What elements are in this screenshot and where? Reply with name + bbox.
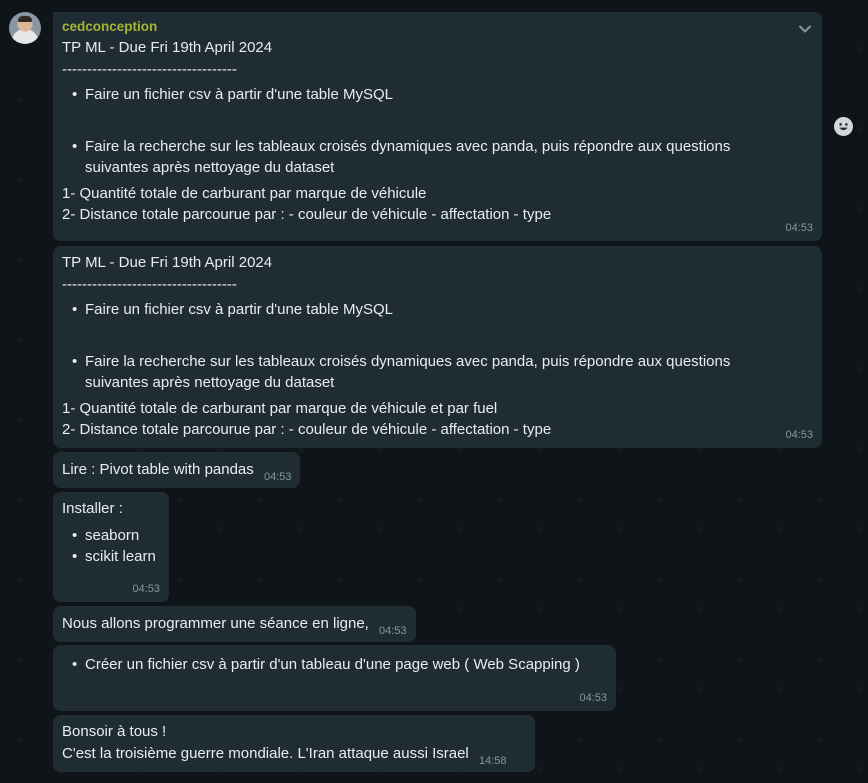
emoji-icon[interactable] xyxy=(834,117,853,136)
message-time: 04:53 xyxy=(132,583,160,595)
message-text: Nous allons programmer une séance en lig… xyxy=(62,615,369,632)
message-time: 04:53 xyxy=(579,692,607,704)
list-item: Créer un fichier csv à partir d'un table… xyxy=(62,654,607,676)
message-time: 04:53 xyxy=(785,222,813,234)
list-item: scikit learn xyxy=(62,546,160,568)
list-item: Faire un fichier csv à partir d'une tabl… xyxy=(62,299,813,321)
message-text: Lire : Pivot table with pandas xyxy=(62,461,254,478)
message-bubble[interactable]: Installer : seaborn scikit learn 04:53 xyxy=(53,492,169,602)
divider-line: ----------------------------------- xyxy=(62,275,237,293)
chevron-down-icon[interactable] xyxy=(798,22,812,36)
list-item: Faire la recherche sur les tableaux croi… xyxy=(62,351,813,394)
list-item: Faire un fichier csv à partir d'une tabl… xyxy=(62,84,813,106)
divider-line: ----------------------------------- xyxy=(62,60,237,78)
message-bubble[interactable]: Lire : Pivot table with pandas 04:53 xyxy=(53,452,301,488)
list-item-text: Faire la recherche sur les tableaux croi… xyxy=(85,137,731,155)
message-text-line: C'est la troisième guerre mondiale. L'Ir… xyxy=(62,744,469,762)
message-bubble[interactable]: Nous allons programmer une séance en lig… xyxy=(53,606,416,642)
message-time: 04:53 xyxy=(263,471,292,483)
message-text: Installer : xyxy=(62,500,123,517)
message-title: TP ML - Due Fri 19th April 2024 xyxy=(62,39,273,56)
message-bubble[interactable]: cedconception TP ML - Due Fri 19th April… xyxy=(53,12,822,241)
list-item-text: suivantes après nettoyage du dataset xyxy=(85,374,335,391)
message-text: Bonsoir à tous ! xyxy=(62,723,167,740)
question-text: 2- Distance totale parcourue par : - cou… xyxy=(62,206,552,223)
list-item: Faire la recherche sur les tableaux croi… xyxy=(62,136,813,179)
question-text: 1- Quantité totale de carburant par marq… xyxy=(62,399,498,417)
message-time: 14:58 xyxy=(478,754,507,767)
message-bubble[interactable]: Créer un fichier csv à partir d'un table… xyxy=(53,645,616,711)
list-item-text: Faire la recherche sur les tableaux croi… xyxy=(85,352,731,370)
avatar[interactable] xyxy=(9,12,41,44)
message-time: 04:53 xyxy=(785,429,813,441)
question-text: 1- Quantité totale de carburant par marq… xyxy=(62,184,427,202)
sender-name[interactable]: cedconception xyxy=(62,18,813,35)
question-text: 2- Distance totale parcourue par : - cou… xyxy=(62,421,552,438)
message-bubble[interactable]: Bonsoir à tous ! C'est la troisième guer… xyxy=(53,715,535,772)
message-title: TP ML - Due Fri 19th April 2024 xyxy=(62,254,273,271)
list-item: seaborn xyxy=(62,525,160,547)
message-text: C'est la troisième guerre mondiale. L'Ir… xyxy=(62,743,526,769)
smiley-glyph xyxy=(834,117,853,136)
message-time: 04:53 xyxy=(379,625,407,637)
message-bubble[interactable]: TP ML - Due Fri 19th April 2024 --------… xyxy=(53,246,822,448)
list-item-text: suivantes après nettoyage du dataset xyxy=(85,159,335,176)
